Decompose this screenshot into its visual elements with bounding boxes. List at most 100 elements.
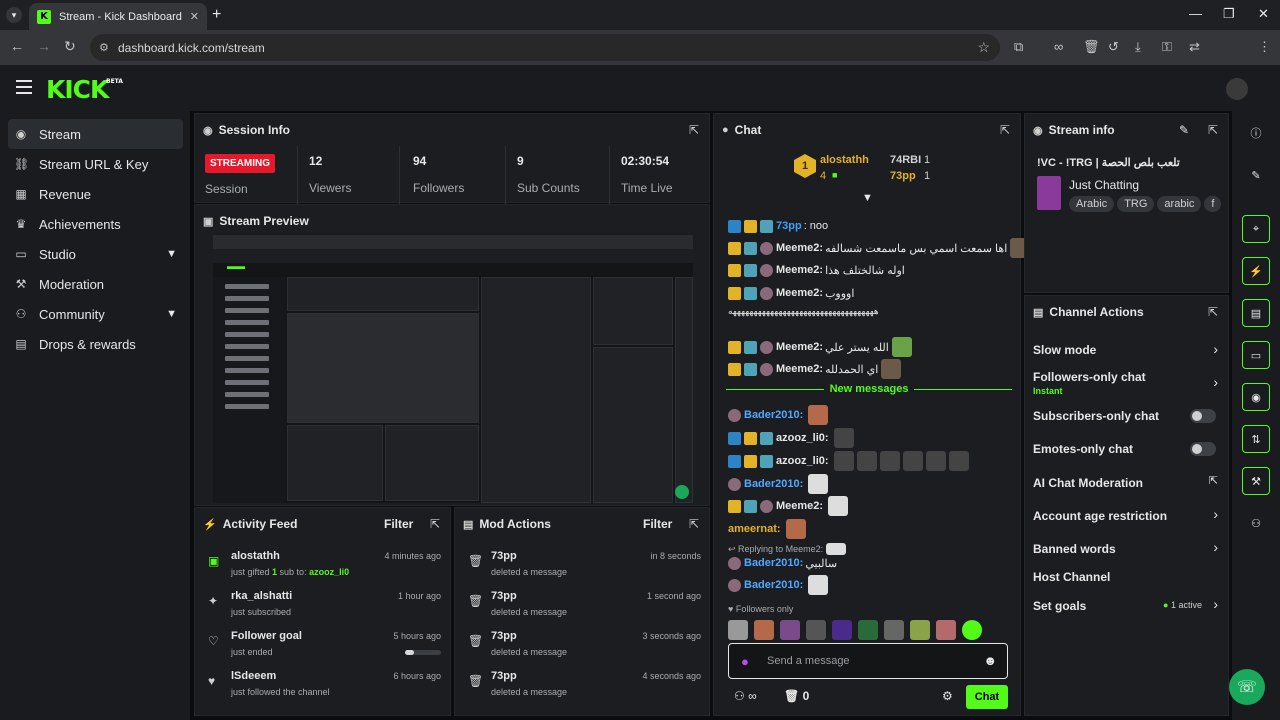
back-icon[interactable]: ← (10, 38, 24, 54)
minimize-icon[interactable]: — (1189, 6, 1202, 21)
tab-search-icon[interactable]: ▾ (6, 7, 22, 23)
emote[interactable] (728, 620, 748, 640)
emote[interactable] (910, 620, 930, 640)
sidebar-item-moderation[interactable]: ⚒ Moderation (8, 269, 183, 299)
browser-toolbar: ← → ↻ ⚙ dashboard.kick.com/stream ☆ ⧉ ∞ … (0, 30, 1280, 86)
activity-filter-button[interactable]: Filter (384, 517, 413, 531)
maximize-icon[interactable]: ❐ (1223, 6, 1235, 22)
tab-close-icon[interactable]: ✕ (190, 10, 199, 23)
emoji-icon[interactable]: ☻ (983, 653, 997, 668)
trash-icon[interactable]: 🗑 (1083, 39, 1100, 55)
browser-menu-icon[interactable]: ⋮ (1258, 39, 1271, 55)
popout-icon[interactable]: ⇱ (1208, 305, 1218, 319)
kick-logo[interactable]: KICK BETA (46, 75, 123, 104)
mod-filter-button[interactable]: Filter (643, 517, 672, 531)
browser-tab[interactable]: K Stream - Kick Dashboard ✕ (29, 3, 207, 30)
sidebar-item-achievements[interactable]: ♛ Achievements (8, 209, 183, 239)
link-icon[interactable]: ∞ (1054, 39, 1063, 54)
document-icon[interactable]: ▤ (1242, 299, 1270, 327)
stream-preview-video[interactable]: ▬▬ (213, 235, 693, 503)
new-tab-icon[interactable]: + (212, 6, 221, 24)
popout-icon[interactable]: ⇱ (1208, 123, 1218, 137)
followers-only-row[interactable]: Followers-only chat Instant (1033, 370, 1221, 396)
chat-bubble-icon[interactable]: ▭ (1242, 341, 1270, 369)
subscribers-only-toggle[interactable] (1190, 409, 1216, 423)
emotes-only-toggle[interactable] (1190, 442, 1216, 456)
extensions-icon[interactable]: ⧉ (1014, 39, 1023, 55)
chat-settings-icon[interactable]: ⚙ (942, 689, 953, 703)
slow-mode-row[interactable]: Slow mode (1033, 343, 1221, 357)
emote[interactable] (884, 620, 904, 640)
switch-icon[interactable]: ⇅ (1242, 425, 1270, 453)
chevron-right-icon[interactable]: › (1213, 596, 1218, 612)
popout-icon[interactable]: ⇱ (689, 517, 699, 531)
emote[interactable] (780, 620, 800, 640)
tag[interactable]: f (1204, 196, 1222, 212)
chevron-right-icon[interactable]: › (1213, 506, 1218, 522)
mic-icon[interactable]: ● (741, 654, 749, 669)
emote[interactable] (936, 620, 956, 640)
clip-icon[interactable]: ⌖ (1242, 215, 1270, 243)
bookmark-star-icon[interactable]: ☆ (977, 39, 990, 56)
emote[interactable] (858, 620, 878, 640)
people-icon[interactable]: ⚇ ∞ (734, 689, 757, 703)
followers-stat: 94 Followers (413, 154, 465, 195)
popout-icon[interactable]: ⇱ (689, 123, 699, 137)
gifter-count: 1 (924, 154, 931, 166)
site-info-icon[interactable]: ⚙ (99, 41, 109, 54)
reload-icon[interactable]: ↻ (64, 38, 76, 55)
sidebar-item-stream[interactable]: ◉ Stream (8, 119, 183, 149)
popout-icon[interactable]: ⇱ (1000, 123, 1010, 137)
help-icon[interactable]: ☏ (1229, 669, 1265, 705)
sidebar-item-community[interactable]: ⚇ Community ▼ (8, 299, 183, 329)
trophy-icon: ♛ (15, 217, 27, 231)
emote[interactable] (832, 620, 852, 640)
host-channel-row[interactable]: Host Channel (1033, 570, 1221, 584)
stream-title: !VC - !TRG | تلعب بلص الحصة (1037, 157, 1180, 169)
account-age-row[interactable]: Account age restriction (1033, 509, 1221, 523)
bolt-icon[interactable]: ⚡ (1242, 257, 1270, 285)
popout-icon[interactable]: ⇱ (430, 517, 440, 531)
trash-icon: 🗑 (468, 594, 484, 608)
chat-message: Meeme2: اوله شالختلف هذا (728, 260, 905, 280)
chat-message: Bader2010: (728, 405, 829, 425)
key-icon[interactable]: ⚿ (1162, 39, 1172, 55)
emote[interactable] (754, 620, 774, 640)
chevron-right-icon[interactable]: › (1213, 539, 1218, 555)
chat-message: Bader2010: (728, 474, 829, 494)
people-icon[interactable]: ⚇ (1242, 509, 1270, 537)
ai-chat-moderation-row[interactable]: AI Chat Moderation (1033, 476, 1221, 490)
sidebar-item-drops-rewards[interactable]: ▤ Drops & rewards (8, 329, 183, 359)
chat-input[interactable]: ● Send a message ☻ (728, 643, 1008, 679)
external-link-icon[interactable]: ⇱ (1209, 474, 1218, 487)
info-icon[interactable]: ⓘ (1242, 119, 1270, 147)
window-close-icon[interactable]: ✕ (1258, 6, 1269, 22)
download-icon[interactable]: ⤓ (1135, 39, 1141, 55)
address-bar[interactable]: ⚙ dashboard.kick.com/stream ☆ (90, 34, 1000, 61)
emote[interactable] (806, 620, 826, 640)
sidebar-item-revenue[interactable]: ▦ Revenue (8, 179, 183, 209)
collapse-leaderboard-icon[interactable]: ▼ (862, 192, 873, 204)
edit-icon[interactable]: ✎ (1179, 123, 1189, 137)
tag[interactable]: TRG (1117, 196, 1155, 212)
user-avatar[interactable] (1226, 78, 1248, 100)
banned-words-row[interactable]: Banned words (1033, 542, 1221, 556)
timeout-counter[interactable]: 🗑 0 (784, 689, 809, 703)
sidebar-item-studio[interactable]: ▭ Studio ▼ (8, 239, 183, 269)
sidebar-item-stream-url-key[interactable]: ⛓ Stream URL & Key (8, 149, 183, 179)
chat-message: Meeme2: اها سمعت اسمي بس ماسمعت شسالفه (728, 238, 1031, 258)
leader-name: alostathh (820, 154, 869, 166)
chevron-right-icon[interactable]: › (1213, 341, 1218, 357)
edit-icon[interactable]: ✎ (1242, 161, 1270, 189)
tag[interactable]: Arabic (1069, 196, 1115, 212)
chevron-right-icon[interactable]: › (1213, 374, 1218, 390)
tag[interactable]: arabic (1157, 196, 1202, 212)
translate-icon[interactable]: ⇄ (1189, 39, 1200, 55)
forward-icon[interactable]: → (37, 38, 51, 54)
send-chat-button[interactable]: Chat (966, 685, 1008, 709)
emote[interactable] (962, 620, 982, 640)
menu-icon[interactable] (16, 80, 32, 94)
wrench-icon[interactable]: ⚒ (1242, 467, 1270, 495)
history-icon[interactable]: ↺ (1108, 39, 1119, 55)
broadcast-icon[interactable]: ◉ (1242, 383, 1270, 411)
